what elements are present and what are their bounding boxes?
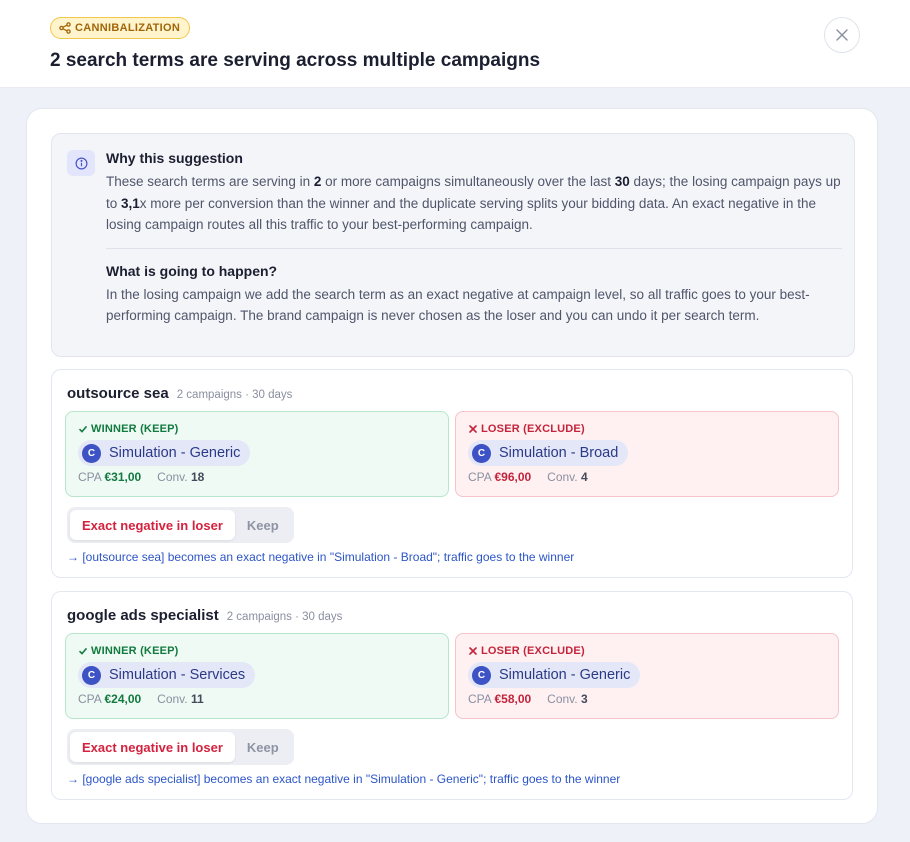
- campaign-chip[interactable]: C Simulation - Broad: [468, 440, 629, 466]
- campaign-name: Simulation - Services: [109, 667, 246, 683]
- conv-stat: Conv. 11: [157, 692, 204, 706]
- winner-label: WINNER (KEEP): [91, 423, 179, 435]
- cpa-stat: CPA €31,00: [78, 470, 142, 484]
- suggestion-panel: Why this suggestion These search terms a…: [26, 108, 878, 824]
- search-term-group: outsource sea 2 campaigns · 30 days WINN…: [51, 369, 853, 578]
- cpa-stat: CPA €24,00: [78, 692, 142, 706]
- x-icon: [469, 425, 477, 433]
- search-term: google ads specialist: [67, 607, 219, 624]
- action-explanation: → [outsource sea] becomes an exact negat…: [67, 550, 575, 564]
- action-explanation: → [google ads specialist] becomes an exa…: [67, 772, 621, 786]
- close-icon: [836, 29, 848, 41]
- action-toggle: Exact negative in loser Keep: [67, 507, 294, 543]
- action-toggle: Exact negative in loser Keep: [67, 729, 294, 765]
- cannibalization-badge: CANNIBALIZATION: [50, 17, 191, 39]
- campaign-name: Simulation - Generic: [499, 667, 631, 683]
- modal-title: 2 search terms are serving across multip…: [50, 50, 541, 71]
- info-icon: [67, 150, 95, 176]
- modal-header: CANNIBALIZATION 2 search terms are servi…: [0, 0, 910, 88]
- cpa-stat: CPA €58,00: [468, 692, 532, 706]
- check-icon: [78, 647, 88, 655]
- what-text: In the losing campaign we add the search…: [106, 286, 810, 324]
- badge-label: CANNIBALIZATION: [75, 22, 181, 34]
- close-button[interactable]: [824, 17, 860, 53]
- loser-card: LOSER (EXCLUDE) C Simulation - Generic C…: [455, 633, 839, 719]
- conv-stat: Conv. 18: [157, 470, 205, 484]
- loser-label: LOSER (EXCLUDE): [481, 423, 585, 435]
- campaign-avatar: C: [472, 443, 491, 463]
- campaign-avatar: C: [82, 665, 101, 685]
- why-title: Why this suggestion: [106, 150, 243, 166]
- x-icon: [469, 647, 477, 655]
- group-meta: 2 campaigns · 30 days: [176, 389, 293, 401]
- search-term-group: google ads specialist 2 campaigns · 30 d…: [51, 591, 853, 800]
- loser-card: LOSER (EXCLUDE) C Simulation - Broad CPA…: [455, 411, 839, 497]
- campaign-name: Simulation - Broad: [499, 445, 619, 461]
- what-title: What is going to happen?: [106, 262, 278, 279]
- info-box: Why this suggestion These search terms a…: [51, 133, 855, 357]
- campaign-name: Simulation - Generic: [109, 445, 241, 461]
- cpa-stat: CPA €96,00: [468, 470, 532, 484]
- campaign-chip[interactable]: C Simulation - Generic: [78, 440, 251, 466]
- conv-stat: Conv. 3: [547, 692, 588, 706]
- campaign-chip[interactable]: C Simulation - Services: [78, 662, 256, 688]
- share-nodes-icon: [59, 22, 71, 34]
- campaign-chip[interactable]: C Simulation - Generic: [468, 662, 641, 688]
- keep-option[interactable]: Keep: [235, 732, 291, 762]
- campaign-avatar: C: [472, 665, 491, 685]
- group-meta: 2 campaigns · 30 days: [226, 611, 343, 623]
- conv-stat: Conv. 4: [547, 470, 588, 484]
- winner-card: WINNER (KEEP) C Simulation - Generic CPA…: [65, 411, 449, 497]
- campaign-avatar: C: [82, 443, 101, 463]
- winner-label: WINNER (KEEP): [91, 645, 179, 657]
- why-text: These search terms are serving in 2 or m…: [106, 174, 841, 232]
- loser-label: LOSER (EXCLUDE): [481, 645, 585, 657]
- exact-negative-option[interactable]: Exact negative in loser: [70, 732, 235, 762]
- winner-card: WINNER (KEEP) C Simulation - Services CP…: [65, 633, 449, 719]
- keep-option[interactable]: Keep: [235, 510, 291, 540]
- search-term: outsource sea: [67, 385, 169, 402]
- info-divider: [106, 247, 842, 249]
- exact-negative-option[interactable]: Exact negative in loser: [70, 510, 235, 540]
- check-icon: [78, 425, 88, 433]
